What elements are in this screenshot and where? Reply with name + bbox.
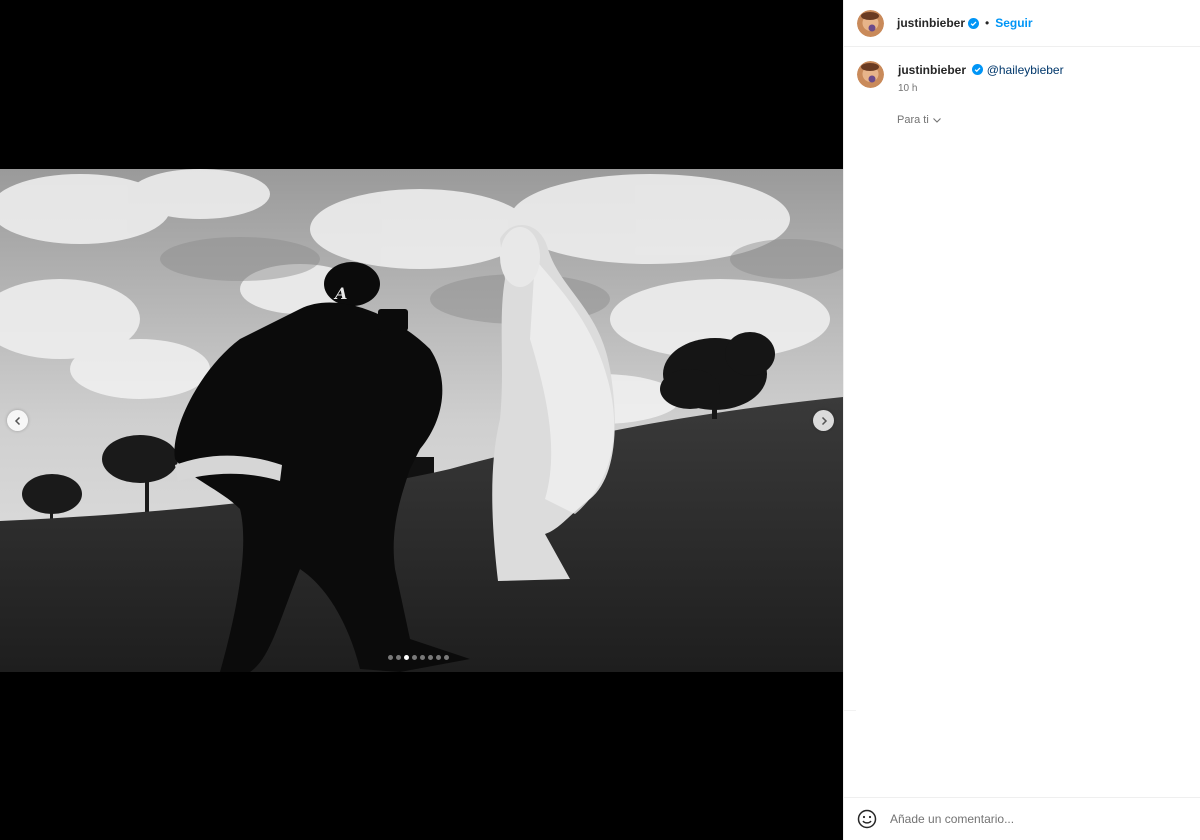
- caption-timestamp[interactable]: 10 h: [898, 83, 1064, 94]
- chevron-right-icon: [821, 416, 827, 425]
- author-username[interactable]: justinbieber: [897, 16, 965, 30]
- svg-text:A: A: [333, 284, 347, 303]
- caption-author-avatar[interactable]: [857, 61, 884, 88]
- verified-badge-icon: [972, 64, 984, 75]
- previous-slide-button[interactable]: [7, 410, 28, 431]
- post-header: justinbieber • Seguir: [844, 0, 1200, 47]
- separator-dot: •: [985, 16, 990, 30]
- comment-sort-dropdown[interactable]: Para ti: [897, 114, 942, 126]
- emoji-icon[interactable]: [857, 809, 877, 829]
- post-caption: justinbieber @haileybieber 10 h: [857, 61, 1064, 94]
- post-side-panel: justinbieber • Seguir justinbieber @hail…: [843, 0, 1200, 840]
- carousel-dot: [388, 655, 393, 660]
- comment-bar: [844, 797, 1200, 840]
- caption-username[interactable]: justinbieber: [898, 63, 966, 77]
- caption-line: justinbieber @haileybieber: [898, 63, 1064, 77]
- next-slide-button[interactable]: [813, 410, 834, 431]
- comment-sort-label: Para ti: [897, 114, 929, 126]
- carousel-dot: [420, 655, 425, 660]
- carousel-dot: [404, 655, 409, 660]
- follow-button[interactable]: Seguir: [995, 16, 1032, 30]
- post-photo[interactable]: A: [0, 169, 843, 672]
- carousel-dot: [444, 655, 449, 660]
- author-avatar[interactable]: [857, 9, 884, 37]
- caption-mention-link[interactable]: @haileybieber: [987, 63, 1064, 77]
- divider: [844, 710, 856, 711]
- chevron-down-icon: [932, 118, 941, 123]
- caption-body: justinbieber @haileybieber 10 h: [898, 61, 1064, 94]
- carousel-dot: [396, 655, 401, 660]
- carousel-indicator: [388, 655, 449, 660]
- verified-badge-icon: [968, 17, 980, 29]
- carousel-dot: [436, 655, 441, 660]
- carousel-dot: [428, 655, 433, 660]
- carousel-dot: [412, 655, 417, 660]
- chevron-left-icon: [14, 416, 20, 425]
- comment-input[interactable]: [890, 812, 1170, 826]
- media-pane: A: [0, 0, 843, 840]
